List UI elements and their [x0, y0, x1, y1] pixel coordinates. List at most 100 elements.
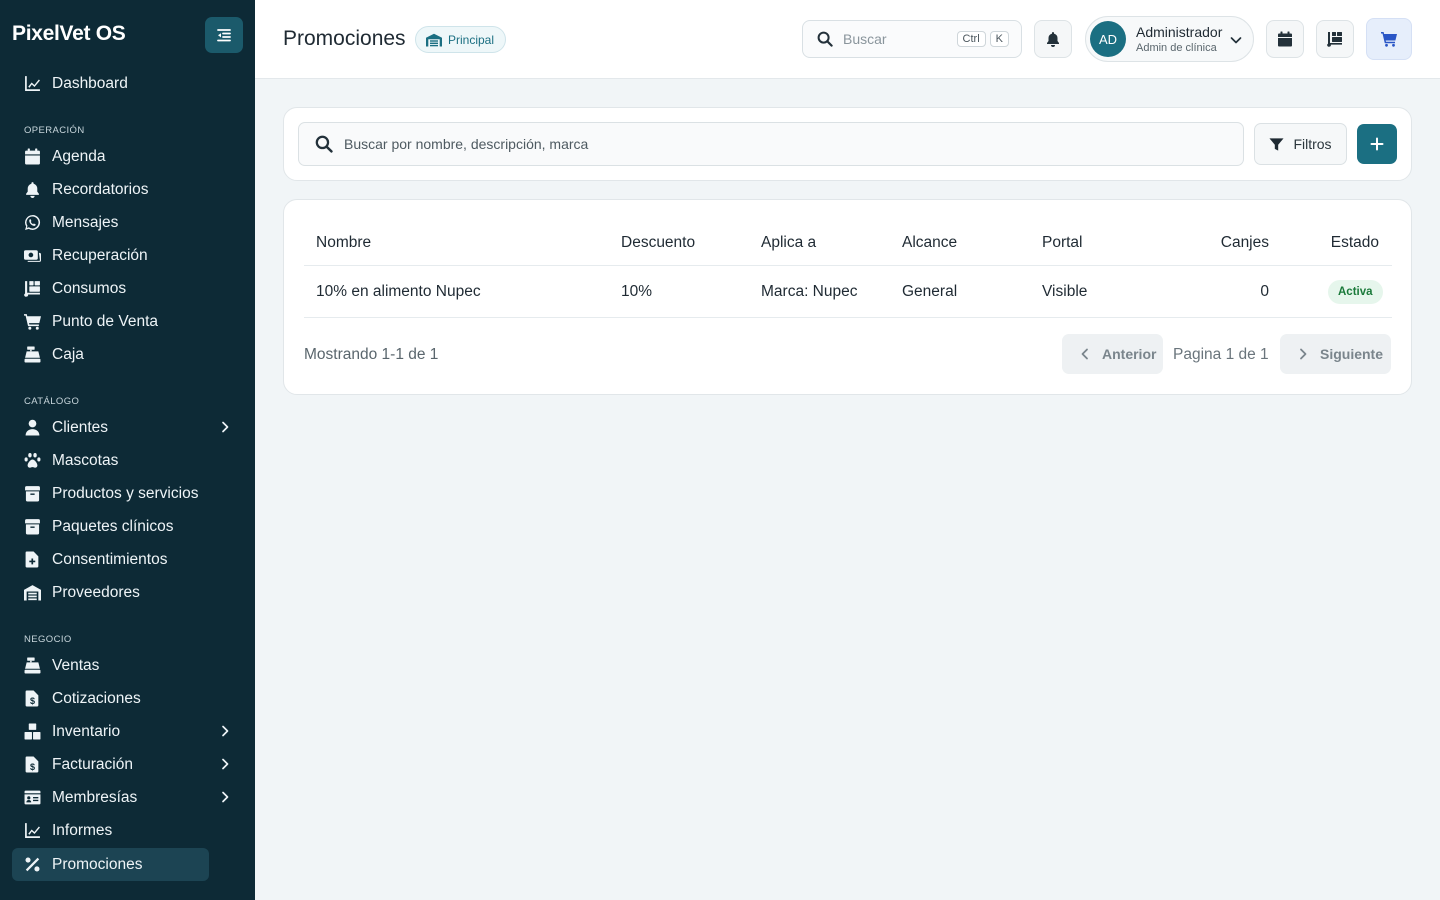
cash-register-icon — [24, 657, 41, 674]
calendar-button[interactable] — [1266, 20, 1304, 58]
global-search[interactable]: Buscar Ctrl K — [802, 20, 1022, 58]
collapse-sidebar-button[interactable] — [205, 17, 243, 53]
sidebar: PixelVet OS Dashboard OPERACIÓN Agenda R… — [0, 0, 255, 900]
notifications-button[interactable] — [1034, 20, 1072, 58]
chevron-right-icon — [222, 791, 229, 803]
sidebar-item-label: Ventas — [52, 656, 100, 674]
sidebar-item-label: Clientes — [52, 418, 108, 436]
cash-register-icon — [24, 346, 41, 363]
column-header-aplica-a[interactable]: Aplica a — [761, 234, 816, 252]
column-header-estado[interactable]: Estado — [1294, 234, 1379, 252]
shortcut-key-ctrl: Ctrl — [956, 31, 986, 47]
user-name: Administrador — [1136, 24, 1223, 40]
section-label-catalogo: CATÁLOGO — [24, 396, 80, 407]
sidebar-item-label: Recordatorios — [52, 180, 149, 198]
bell-icon — [1047, 32, 1059, 47]
sidebar-item-paquetes[interactable]: Paquetes clínicos — [12, 510, 243, 543]
sidebar-item-consentimientos[interactable]: Consentimientos — [12, 543, 243, 576]
search-icon — [315, 135, 333, 153]
branch-badge[interactable]: Principal — [415, 26, 507, 53]
sidebar-item-dashboard[interactable]: Dashboard — [12, 67, 243, 100]
search-input[interactable]: Buscar — [843, 31, 957, 47]
previous-page-button[interactable]: Anterior — [1062, 334, 1163, 374]
sidebar-item-label: Productos y servicios — [52, 484, 199, 502]
file-invoice-dollar-icon: $ — [24, 690, 41, 707]
column-header-nombre[interactable]: Nombre — [316, 234, 371, 252]
branch-name: Principal — [448, 32, 495, 47]
chevron-down-icon — [1230, 37, 1242, 44]
sidebar-item-label: Cotizaciones — [52, 689, 141, 707]
pagination-summary: Mostrando 1-1 de 1 — [304, 346, 439, 363]
previous-label: Anterior — [1102, 346, 1157, 362]
filters-button[interactable]: Filtros — [1254, 123, 1347, 165]
sidebar-item-consumos[interactable]: Consumos — [12, 272, 243, 305]
column-header-descuento[interactable]: Descuento — [621, 234, 695, 252]
sidebar-item-punto-de-venta[interactable]: Punto de Venta — [12, 305, 243, 338]
chevron-right-icon — [1300, 348, 1307, 360]
column-header-portal[interactable]: Portal — [1042, 234, 1083, 252]
dolly-icon — [1327, 32, 1342, 47]
promotion-search-input[interactable]: Buscar por nombre, descripción, marca — [344, 136, 588, 152]
sidebar-item-label: Consumos — [52, 279, 127, 297]
cell-nombre: 10% en alimento Nupec — [316, 283, 481, 300]
sidebar-item-label: Dashboard — [52, 74, 128, 92]
chart-line-icon — [24, 75, 41, 92]
sidebar-item-inventario[interactable]: Inventario — [12, 715, 243, 748]
svg-text:$: $ — [30, 762, 35, 772]
next-page-button[interactable]: Siguiente — [1280, 334, 1391, 374]
sidebar-item-productos[interactable]: Productos y servicios — [12, 477, 243, 510]
sidebar-item-label: Punto de Venta — [52, 312, 159, 330]
sidebar-item-facturacion[interactable]: $ Facturación — [12, 748, 243, 781]
header-divider — [304, 265, 1392, 266]
indent-icon — [217, 29, 231, 42]
sidebar-item-label: Membresías — [52, 788, 138, 806]
sidebar-item-agenda[interactable]: Agenda — [12, 140, 243, 173]
box-icon — [24, 485, 41, 502]
sidebar-item-proveedores[interactable]: Proveedores — [12, 576, 243, 609]
sidebar-item-informes[interactable]: Informes — [12, 814, 243, 847]
sidebar-item-label: Caja — [52, 345, 84, 363]
sidebar-item-label: Promociones — [52, 855, 143, 873]
warehouse-icon — [426, 33, 442, 46]
shortcut-key-k: K — [989, 31, 1009, 47]
sidebar-item-recordatorios[interactable]: Recordatorios — [12, 173, 243, 206]
filter-icon — [1269, 137, 1284, 151]
column-header-canjes[interactable]: Canjes — [1184, 234, 1269, 252]
user-icon — [24, 419, 41, 436]
chart-line-icon — [24, 822, 41, 839]
sidebar-item-caja[interactable]: Caja — [12, 338, 243, 371]
cell-canjes: 0 — [1260, 283, 1269, 300]
section-label-operacion: OPERACIÓN — [24, 125, 85, 136]
consumption-button[interactable] — [1316, 20, 1354, 58]
sidebar-item-membresias[interactable]: Membresías — [12, 781, 243, 814]
sidebar-item-mensajes[interactable]: Mensajes — [12, 206, 243, 239]
add-promotion-button[interactable] — [1357, 124, 1397, 164]
bell-icon — [24, 181, 41, 198]
whatsapp-icon — [24, 214, 41, 231]
cell-aplica-a: Marca: Nupec — [761, 283, 858, 300]
calendar-icon — [1278, 31, 1292, 47]
column-header-alcance[interactable]: Alcance — [902, 234, 957, 252]
paw-icon — [24, 452, 41, 469]
page-title: Promociones — [283, 27, 406, 50]
user-menu[interactable]: AD Administrador Admin de clínica — [1085, 16, 1254, 62]
sidebar-item-ventas[interactable]: Ventas — [12, 649, 243, 682]
cell-portal: Visible — [1042, 283, 1088, 300]
sidebar-item-label: Facturación — [52, 755, 133, 773]
sidebar-item-clientes[interactable]: Clientes — [12, 411, 243, 444]
dolly-icon — [24, 280, 41, 297]
chevron-right-icon — [222, 421, 229, 433]
promotion-search-field[interactable]: Buscar por nombre, descripción, marca — [298, 122, 1244, 166]
page-indicator: Pagina 1 de 1 — [1173, 346, 1269, 363]
pos-cart-button[interactable] — [1366, 18, 1412, 60]
percent-icon — [24, 856, 41, 873]
money-icon — [24, 247, 41, 264]
plus-icon — [1370, 137, 1384, 151]
sidebar-item-promociones[interactable]: Promociones — [12, 848, 209, 881]
file-medical-icon — [24, 551, 41, 568]
sidebar-item-label: Recuperación — [52, 246, 148, 264]
status-badge: Activa — [1328, 280, 1383, 304]
sidebar-item-recuperacion[interactable]: Recuperación — [12, 239, 243, 272]
sidebar-item-mascotas[interactable]: Mascotas — [12, 444, 243, 477]
sidebar-item-cotizaciones[interactable]: $ Cotizaciones — [12, 682, 243, 715]
